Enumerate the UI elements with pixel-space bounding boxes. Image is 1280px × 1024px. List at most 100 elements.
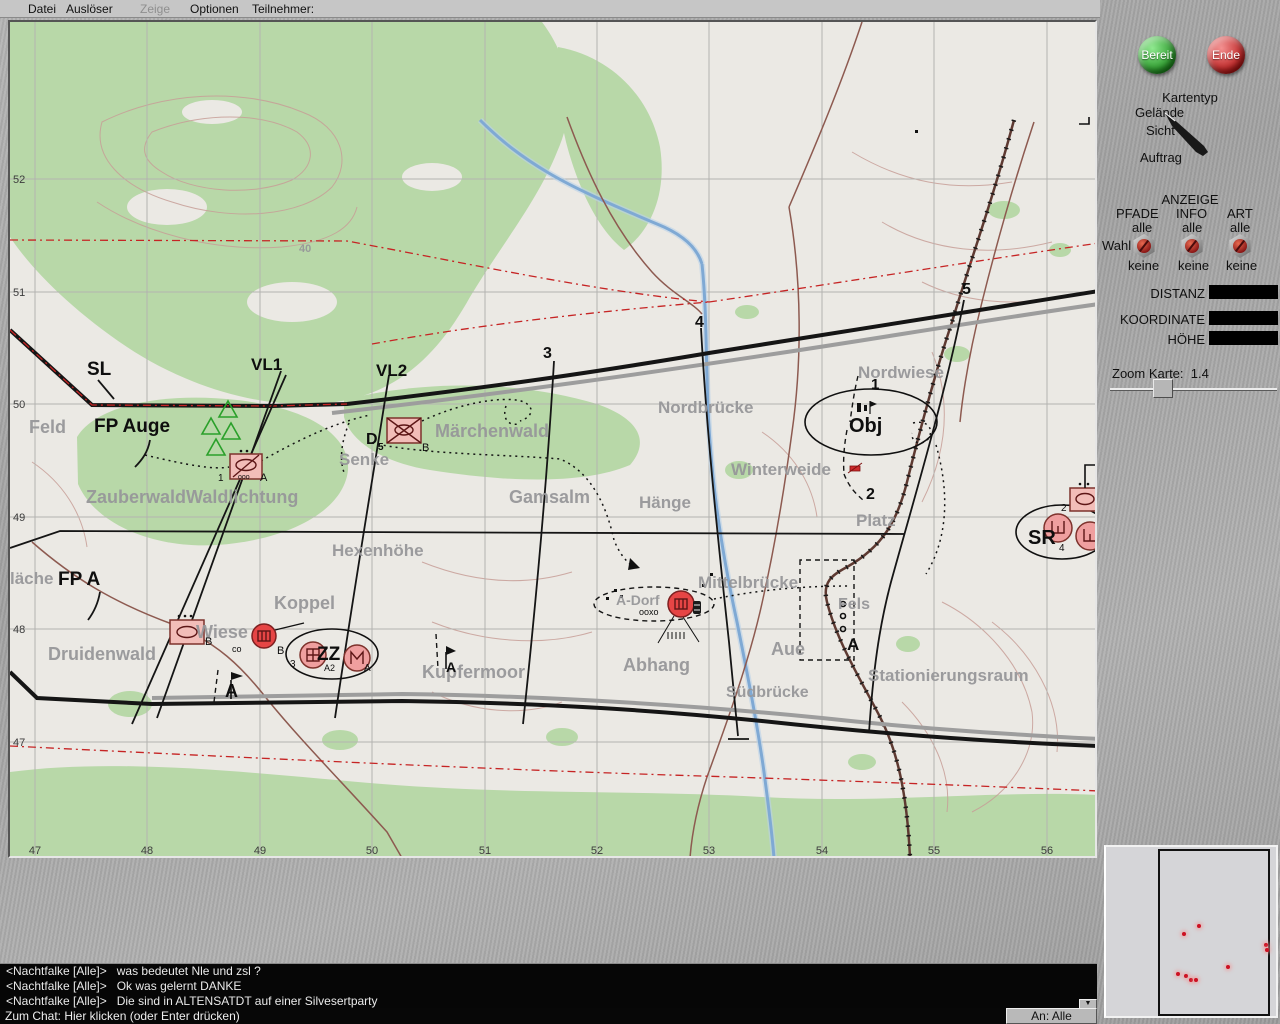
map-label-aue: Aue (771, 639, 805, 659)
map-label-a: A (260, 472, 268, 484)
map-label-druidenwald: Druidenwald (48, 644, 156, 664)
info-knob[interactable] (1181, 234, 1203, 258)
koordinate-label: KOORDINATE (1120, 312, 1205, 327)
map-label-2: 2 (866, 486, 875, 503)
anzeige-col-art: ART (1227, 206, 1253, 221)
pfade-knob[interactable] (1133, 234, 1155, 258)
end-button[interactable]: Ende (1207, 36, 1245, 74)
grid-label-bottom: 54 (816, 845, 828, 856)
unit-symbol-wreck-winterweide (847, 462, 863, 474)
unit-symbol-armor-sr (1069, 464, 1095, 512)
zoom-slider-track[interactable] (1110, 388, 1277, 391)
map-label-s-dbr-cke: Südbrücke (726, 684, 809, 701)
minimap-unit-dot (1264, 943, 1268, 947)
unit-symbol-obj-detachment (857, 401, 877, 414)
map-label-feld: Feld (29, 417, 66, 437)
map-label-a: A (225, 681, 238, 701)
map-label-a: A (364, 663, 371, 674)
pfade-off-label: keine (1128, 258, 1160, 273)
map-label-a-dorf: A-Dorf (616, 592, 660, 608)
distanz-field (1209, 285, 1278, 299)
menu-bar: Datei Auslöser Zeige Optionen Teilnehmer… (0, 0, 1100, 18)
art-knob[interactable] (1229, 234, 1251, 258)
menu-item-ausloeser[interactable]: Auslöser (66, 2, 113, 16)
map-label-fp-auge: FP Auge (94, 416, 170, 437)
map-label-l-che: läche (10, 569, 53, 588)
map-window: 47 48 49 50 51 52 53 54 55 56 52 51 50 49 48 47 (8, 20, 1097, 858)
tactical-map[interactable]: 47 48 49 50 51 52 53 54 55 56525150494847 (10, 22, 1095, 856)
auftrag-option[interactable]: Auftrag (1140, 150, 1182, 165)
map-label-m-rchenwald: Märchenwald (435, 421, 549, 441)
map-label-gamsalm: Gamsalm (509, 487, 590, 507)
map-label-2: 2 (1061, 503, 1067, 514)
map-label-5: 5 (962, 281, 971, 298)
map-label-b: B (205, 636, 212, 648)
minimap-unit-dot (1226, 965, 1230, 969)
map-label-co: co (232, 644, 242, 654)
grid-label-bottom: 47 (29, 845, 41, 856)
unit-symbol-artillery-a-dorf (667, 590, 695, 618)
map-label-sl: SL (87, 359, 112, 380)
forest-areas (10, 22, 1095, 856)
zoom-value: 1.4 (1190, 366, 1209, 381)
map-label-ooo: ooo (238, 474, 250, 481)
map-label-mittelbr-cke: Mittelbrücke (698, 573, 798, 592)
map-label-4: 4 (1059, 543, 1065, 554)
unit-symbol-ifv-sr-2 (1075, 521, 1095, 551)
chat-recipient-button[interactable]: An: Alle (1006, 1008, 1097, 1024)
map-label-1: 1 (871, 376, 879, 393)
map-label-stationierungsraum: Stationierungsraum (868, 666, 1029, 685)
chat-message: <Nachtfalke [Alle]> Ok was gelernt DANKE (6, 979, 242, 993)
minimap-unit-dot (1182, 932, 1186, 936)
map-label-sr: SR (1028, 527, 1056, 549)
map-label-abhang: Abhang (623, 655, 690, 675)
map-label-platz: Platz (856, 511, 896, 530)
minimap-unit-dot (1176, 972, 1180, 976)
grid-label-bottom: 49 (254, 845, 266, 856)
ready-button[interactable]: Bereit (1138, 36, 1176, 74)
distanz-label: DISTANZ (1150, 286, 1205, 301)
map-label-5: 5 (378, 442, 384, 453)
chat-prompt-bar[interactable]: Zum Chat: Hier klicken (oder Enter drück… (0, 1008, 1006, 1024)
map-label-b: B (422, 442, 429, 454)
unit-symbol-mech-armor-d5 (386, 417, 422, 444)
chat-log: <Nachtfalke [Alle]> was bedeutet Nle und… (0, 963, 1097, 1009)
map-label-kupfermoor: Kupfermoor (422, 662, 525, 682)
grid-label-bottom: 52 (591, 845, 603, 856)
map-label-vl1: VL1 (251, 355, 282, 374)
minimap-viewport[interactable] (1158, 849, 1270, 1016)
kartentyp-label: Kartentyp (1162, 90, 1218, 105)
grid-label-left: 51 (13, 287, 25, 299)
grid-label-left: 48 (13, 624, 25, 636)
map-label-wiese: Wiese (196, 622, 248, 642)
map-label-b: B (277, 645, 284, 657)
menu-item-zeige: Zeige (140, 2, 171, 16)
info-off-label: keine (1178, 258, 1210, 273)
map-label-zauberwaldwaldlichtung: ZauberwaldWaldlichtung (86, 487, 298, 507)
map-label-d: D (366, 431, 378, 448)
menu-item-teilnehmer[interactable]: Teilnehmer: (252, 2, 314, 16)
art-off-label: keine (1226, 258, 1258, 273)
menu-item-optionen[interactable]: Optionen (190, 2, 239, 16)
koordinate-field (1209, 311, 1278, 325)
map-label-winterweide: Winterweide (731, 460, 831, 479)
grid-label-bottom: 53 (703, 845, 715, 856)
map-label-3: 3 (290, 659, 296, 670)
grid-label-bottom: 56 (1041, 845, 1053, 856)
minimap[interactable] (1104, 845, 1278, 1018)
railway (823, 119, 1017, 856)
grid-label-bottom: 50 (366, 845, 378, 856)
map-label-ooxo: ooxo (639, 607, 659, 617)
map-label-1: 1 (218, 473, 224, 484)
pfade-on-label: alle (1132, 220, 1153, 235)
grid-label-bottom: 48 (141, 845, 153, 856)
info-on-label: alle (1182, 220, 1203, 235)
wahl-label: Wahl (1102, 238, 1132, 253)
anzeige-col-pfade: PFADE (1116, 206, 1159, 221)
map-label-hexenh-he: Hexenhöhe (332, 541, 424, 560)
minimap-unit-dot (1265, 948, 1269, 952)
grid-label-left: 52 (13, 174, 25, 186)
minimap-unit-dot (1184, 974, 1188, 978)
zoom-slider-thumb[interactable] (1153, 379, 1173, 398)
menu-item-datei[interactable]: Datei (28, 2, 56, 16)
